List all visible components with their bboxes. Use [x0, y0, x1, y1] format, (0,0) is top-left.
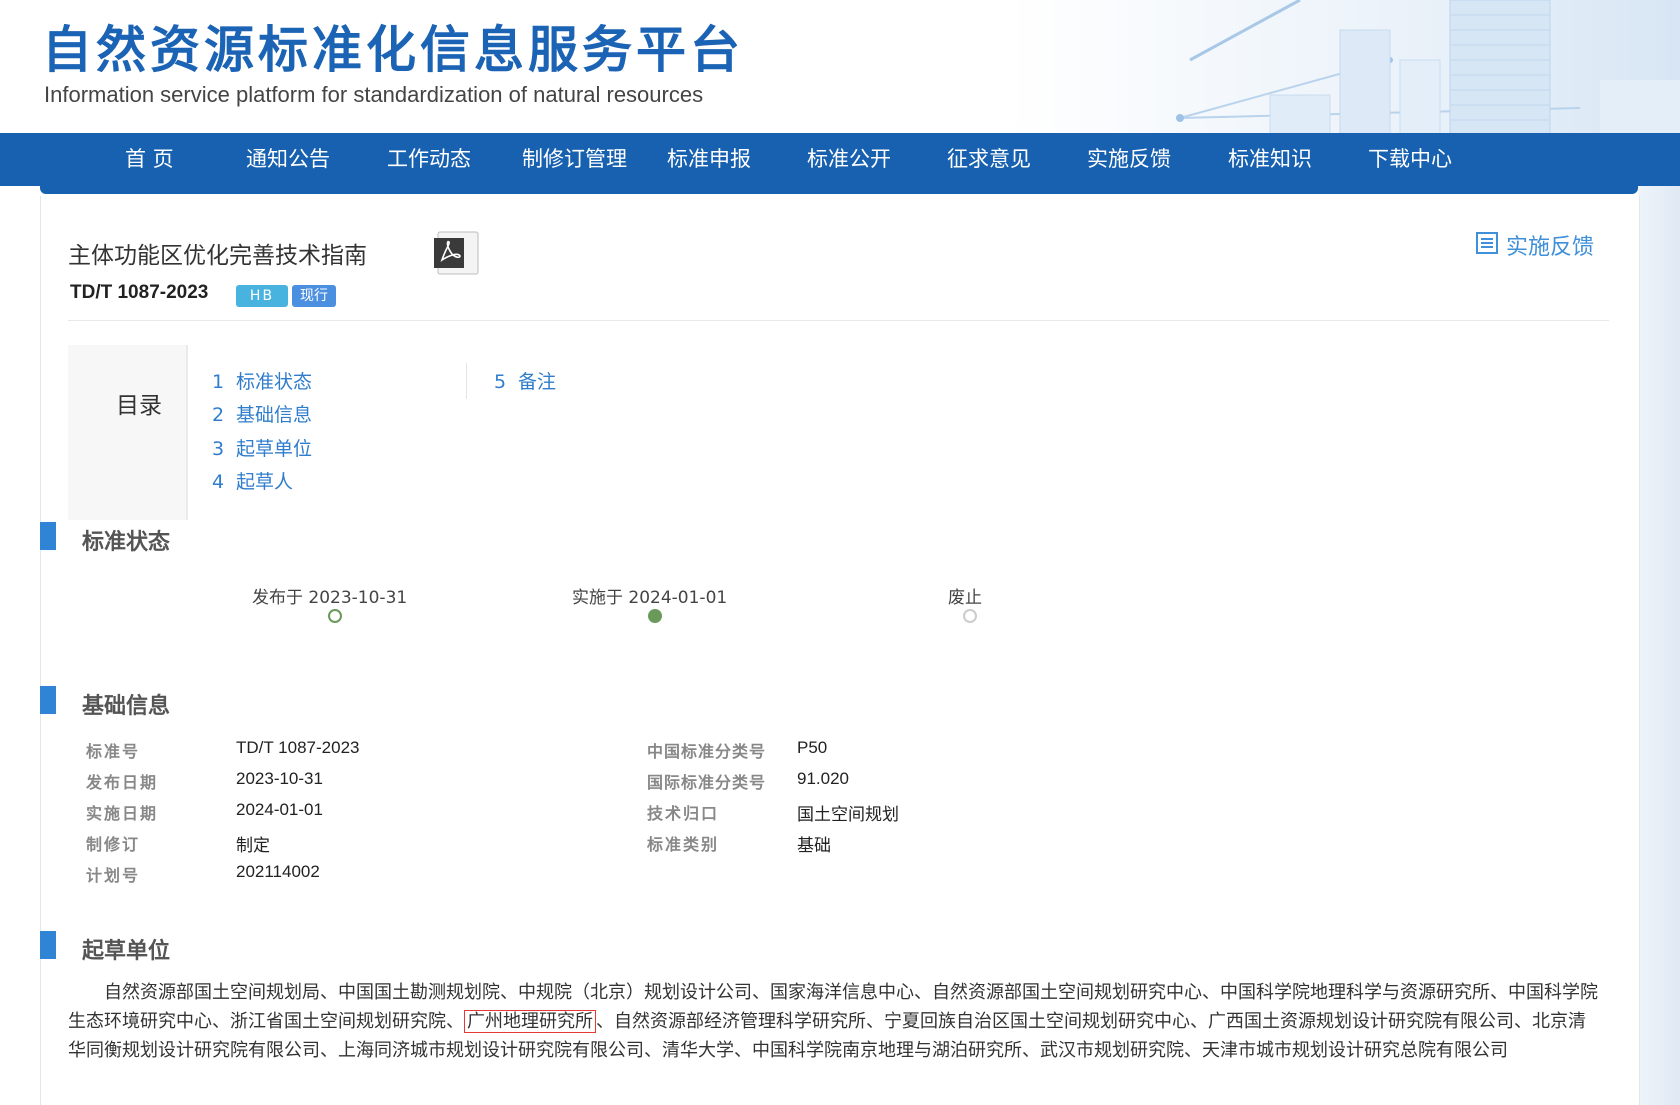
info-label-ccs: 中国标准分类号 [647, 742, 767, 761]
info-value-plan-number: 202114002 [236, 862, 320, 881]
toc-item-drafters[interactable]: 4 起草人 [212, 467, 293, 494]
toc-item-basic-info[interactable]: 2 基础信息 [212, 400, 312, 427]
toc-item-drafting-units[interactable]: 3 起草单位 [212, 434, 312, 461]
toc-panel [68, 345, 188, 520]
category-badge: HB [236, 285, 288, 307]
list-icon[interactable] [1476, 232, 1498, 254]
info-value-standard-number: TD/T 1087-2023 [236, 738, 360, 757]
toc-label: 目录 [116, 393, 162, 419]
nav-item-notices[interactable]: 通知公告 [246, 133, 330, 186]
info-value-standard-category: 基础 [797, 836, 831, 855]
toc-item-number: 5 [494, 371, 507, 393]
info-label-implement-date: 实施日期 [86, 804, 159, 823]
status-badge: 现行 [292, 285, 336, 307]
info-value-publish-date: 2023-10-31 [236, 769, 323, 788]
info-value-technical-committee: 国土空间规划 [797, 805, 899, 824]
city-skyline-decoration [1176, 0, 1680, 133]
timeline-node-implemented [648, 609, 662, 623]
toc-divider [466, 363, 467, 399]
nav-item-home[interactable]: 首 页 [125, 133, 174, 186]
main-nav: 首 页 通知公告 工作动态 制修订管理 标准申报 标准公开 征求意见 实施反馈 … [0, 133, 1680, 186]
side-decoration [1638, 186, 1680, 1105]
section-title-basic-info: 基础信息 [82, 694, 171, 719]
timeline-node-abolished [963, 609, 977, 623]
content-card [40, 196, 1640, 1105]
section-marker [40, 522, 56, 550]
site-title: 自然资源标准化信息服务平台 [42, 21, 744, 79]
toc-item-standard-status[interactable]: 1 标准状态 [212, 367, 312, 394]
pdf-icon[interactable] [434, 230, 482, 276]
toc-item-number: 1 [212, 371, 225, 393]
section-title-status: 标准状态 [82, 530, 171, 555]
toc-item-remarks[interactable]: 5 备注 [494, 367, 556, 394]
info-label-standard-category: 标准类别 [647, 835, 720, 854]
info-value-ics: 91.020 [797, 769, 849, 788]
info-label-ics: 国际标准分类号 [647, 773, 767, 792]
toc-item-label: 标准状态 [236, 371, 313, 393]
info-label-standard-number: 标准号 [86, 742, 141, 761]
info-value-ccs: P50 [797, 738, 828, 757]
nav-bottom-edge [40, 186, 1638, 194]
info-value-implement-date: 2024-01-01 [236, 800, 323, 819]
nav-item-consultation[interactable]: 征求意见 [947, 133, 1031, 186]
nav-item-download-center[interactable]: 下载中心 [1368, 133, 1452, 186]
toc-item-number: 4 [212, 471, 225, 493]
nav-item-standard-publication[interactable]: 标准公开 [807, 133, 891, 186]
section-marker [40, 686, 56, 714]
info-label-technical-committee: 技术归口 [647, 804, 720, 823]
highlighted-unit: 广州地理研究所 [464, 1010, 596, 1033]
info-label-plan-number: 计划号 [86, 866, 141, 885]
section-title-drafting-units: 起草单位 [82, 939, 171, 964]
toc-item-label: 备注 [518, 371, 557, 393]
info-label-publish-date: 发布日期 [86, 773, 159, 792]
nav-item-standard-knowledge[interactable]: 标准知识 [1228, 133, 1312, 186]
standard-code: TD/T 1087-2023 [70, 282, 209, 303]
document-title: 主体功能区优化完善技术指南 [68, 243, 367, 269]
nav-item-revision-management[interactable]: 制修订管理 [522, 133, 627, 186]
info-label-revision-type: 制修订 [86, 835, 141, 854]
toc-item-number: 3 [212, 438, 225, 460]
site-subtitle: Information service platform for standar… [44, 82, 704, 107]
implementation-feedback-link[interactable]: 实施反馈 [1506, 229, 1594, 261]
timeline-node-published [328, 609, 342, 623]
toc-item-number: 2 [212, 404, 225, 426]
drafting-units-text: 自然资源部国土空间规划局、中国国土勘测规划院、中规院（北京）规划设计公司、国家海… [68, 978, 1602, 1065]
toc-item-label: 基础信息 [236, 404, 313, 426]
nav-item-implementation-feedback[interactable]: 实施反馈 [1087, 133, 1171, 186]
site-header: 自然资源标准化信息服务平台 Information service platfo… [0, 0, 1680, 133]
toc-item-label: 起草人 [236, 471, 294, 493]
divider [68, 320, 1609, 321]
section-marker [40, 931, 56, 959]
status-timeline [68, 609, 1188, 623]
info-value-revision-type: 制定 [236, 836, 270, 855]
nav-item-work-news[interactable]: 工作动态 [387, 133, 471, 186]
toc-item-label: 起草单位 [236, 438, 313, 460]
nav-item-standard-application[interactable]: 标准申报 [667, 133, 751, 186]
